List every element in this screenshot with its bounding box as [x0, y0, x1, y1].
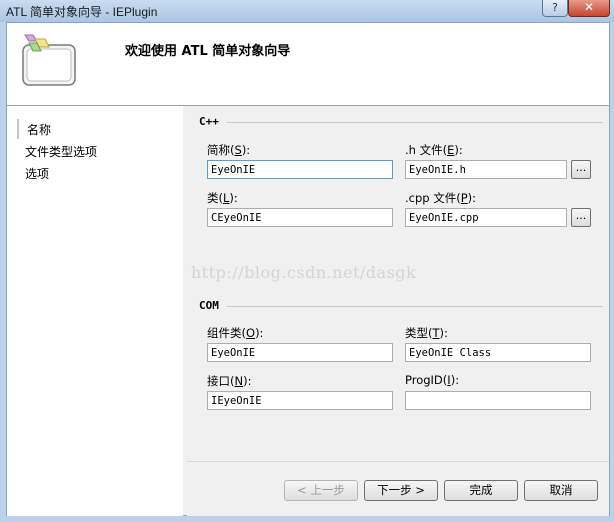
cpp-group-divider — [227, 122, 603, 123]
h-file-input[interactable]: EyeOnIE.h — [405, 160, 567, 179]
class-name-input[interactable]: CEyeOnIE — [207, 208, 393, 227]
cpp-file-input[interactable]: EyeOnIE.cpp — [405, 208, 567, 227]
prev-button[interactable]: < 上一步 — [284, 480, 358, 501]
coclass-input[interactable]: EyeOnIE — [207, 343, 393, 362]
interface-input[interactable]: IEyeOnIE — [207, 391, 393, 410]
com-group-label: COM — [199, 299, 219, 312]
short-name-label: 简称(S): — [207, 143, 251, 157]
right-panel: C++ 简称(S): EyeOnIE .h 文件(E): EyeOnIE.h .… — [187, 106, 609, 516]
progid-input[interactable] — [405, 391, 591, 410]
finish-button[interactable]: 完成 — [444, 480, 518, 501]
help-button[interactable]: ? — [542, 0, 568, 17]
cpp-file-label: .cpp 文件(P): — [405, 191, 477, 205]
h-file-browse-button[interactable]: ... — [571, 160, 591, 179]
cpp-group-label: C++ — [199, 115, 219, 128]
h-file-label: .h 文件(E): — [405, 143, 463, 157]
title-bar[interactable]: ATL 简单对象向导 - IEPlugin ? ✕ — [0, 0, 614, 22]
window-title: ATL 简单对象向导 - IEPlugin — [6, 5, 158, 19]
wizard-icon — [22, 34, 76, 86]
wizard-window: ATL 简单对象向导 - IEPlugin ? ✕ 欢迎使用 ATL 简单对象向… — [0, 0, 614, 522]
cancel-button[interactable]: 取消 — [524, 480, 598, 501]
coclass-label: 组件类(O): — [207, 326, 264, 340]
wizard-client: 欢迎使用 ATL 简单对象向导 名称 文件类型选项 选项 C++ 简称(S): … — [6, 22, 610, 516]
nav-selection-bar — [17, 119, 19, 139]
bottom-separator — [187, 461, 609, 462]
interface-label: 接口(N): — [207, 374, 252, 388]
short-name-input[interactable]: EyeOnIE — [207, 160, 393, 179]
type-input[interactable]: EyeOnIE Class — [405, 343, 591, 362]
class-name-label: 类(L): — [207, 191, 238, 205]
next-button[interactable]: 下一步 > — [364, 480, 438, 501]
watermark-text: http://blog.csdn.net/dasgk — [191, 263, 417, 282]
nav-item-file-type-options[interactable]: 文件类型选项 — [25, 143, 97, 160]
nav-item-name[interactable]: 名称 — [27, 121, 51, 138]
type-label: 类型(T): — [405, 326, 448, 340]
com-group-divider — [227, 306, 603, 307]
wizard-header: 欢迎使用 ATL 简单对象向导 — [7, 23, 609, 106]
close-button[interactable]: ✕ — [568, 0, 610, 17]
progid-label: ProgID(I): — [405, 373, 460, 387]
nav-item-options[interactable]: 选项 — [25, 165, 49, 182]
left-nav: 名称 文件类型选项 选项 — [7, 106, 183, 516]
header-title: 欢迎使用 ATL 简单对象向导 — [125, 44, 291, 59]
cpp-file-browse-button[interactable]: ... — [571, 208, 591, 227]
